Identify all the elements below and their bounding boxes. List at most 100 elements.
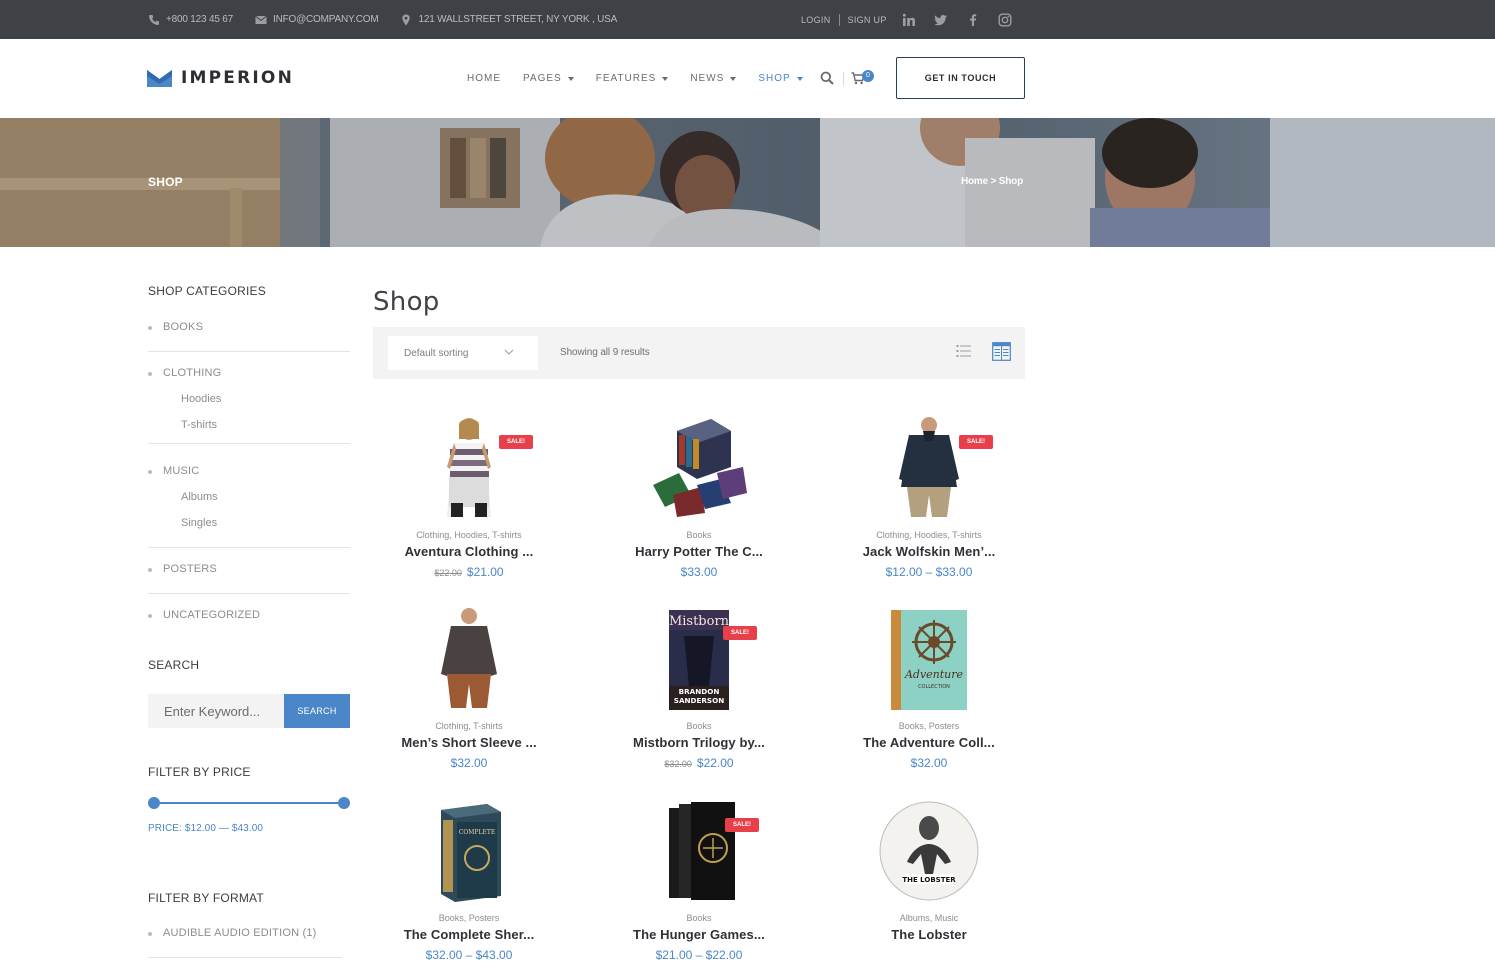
nav-features-label: FEATURES [595,73,657,84]
product-image[interactable]: SALE! [639,800,759,902]
phone-info: +800 123 45 67 [148,14,233,26]
product-thumbnail [669,802,735,900]
category-uncategorized[interactable]: UNCATEGORIZED [148,609,260,621]
product-image[interactable]: COMPLETE [409,800,529,902]
signup-link[interactable]: SIGN UP [848,15,887,25]
category-posters[interactable]: POSTERS [148,563,217,575]
product-card[interactable]: Clothing, T-shirts Men’s Short Sleeve ..… [373,608,565,770]
logo-mark-icon [147,69,172,87]
svg-text:COLLECTION: COLLECTION [918,684,950,690]
subcategory-albums[interactable]: Albums [148,491,218,503]
product-image[interactable] [409,608,529,710]
instagram-icon[interactable] [998,13,1012,27]
nav-news[interactable]: NEWS [690,73,737,84]
product-categories[interactable]: Clothing, T-shirts [373,721,565,731]
format-audible[interactable]: AUDIBLE AUDIO EDITION (1) [148,927,317,939]
product-name[interactable]: Mistborn Trilogy by... [603,735,795,750]
price-range-slider[interactable] [148,797,350,809]
subcategory-tshirts[interactable]: T-shirts [148,419,217,431]
product-thumbnail [899,417,959,517]
product-image[interactable]: THE LOBSTER [869,800,989,902]
product-card[interactable]: COMPLETE Books, Posters The Complete She… [373,800,565,962]
nav-news-label: NEWS [690,73,725,84]
current-price: $32.00 [910,756,948,770]
product-name[interactable]: Jack Wolfskin Men’... [833,544,1025,559]
price-min-handle[interactable] [148,797,160,809]
product-categories[interactable]: Books, Posters [373,913,565,923]
old-price: $32.00 [664,759,692,769]
product-name[interactable]: Harry Potter The C... [603,544,795,559]
product-categories[interactable]: Albums, Music [833,913,1025,923]
product-image[interactable]: SALE! [869,417,993,519]
nav-pages[interactable]: PAGES [523,73,574,84]
product-price: $32.00 – $43.00 [373,948,565,962]
chevron-down-icon [662,76,669,81]
breadcrumb[interactable]: Home > Shop [961,176,1023,187]
search-button[interactable]: SEARCH [284,694,350,728]
product-image[interactable]: Mistborn BRANDON SANDERSON SALE! [639,608,759,710]
category-music[interactable]: MUSIC [148,465,199,477]
product-price: $32.00 $22.00 [603,756,795,770]
search-input[interactable] [148,694,284,728]
page-title: SHOP [148,175,183,189]
sorting-value: Default sorting [404,347,469,359]
grid-view-icon[interactable] [992,342,1011,361]
subcategory-singles[interactable]: Singles [148,517,217,529]
nav-shop[interactable]: SHOP [758,73,803,84]
product-name[interactable]: The Lobster [833,927,1025,942]
product-thumbnail [441,608,497,708]
price-filter-title: FILTER BY PRICE [148,765,251,779]
contact-info: +800 123 45 67 INFO@COMPANY.COM 121 WALL… [148,0,617,39]
get-in-touch-button[interactable]: GET IN TOUCH [896,57,1025,99]
site-logo[interactable]: IMPERION [147,68,294,88]
bullet [148,470,152,474]
product-price: $21.00 – $22.00 [603,948,795,962]
search-icon[interactable] [820,71,834,85]
product-name[interactable]: Men’s Short Sleeve ... [373,735,565,750]
product-image[interactable]: SALE! [409,417,533,519]
product-categories[interactable]: Clothing, Hoodies, T-shirts [833,530,1025,540]
product-categories[interactable]: Books [603,721,795,731]
product-card[interactable]: SALE! Clothing, Hoodies, T-shirts Aventu… [373,417,565,579]
nav-home[interactable]: HOME [467,73,501,84]
linkedin-icon[interactable] [902,13,916,27]
facebook-icon[interactable] [966,13,980,27]
category-uncategorized-label: UNCATEGORIZED [163,609,261,621]
login-link[interactable]: LOGIN [801,15,831,25]
sale-badge: SALE! [959,435,993,449]
product-image[interactable]: Adventure COLLECTION [869,608,989,710]
list-view-icon[interactable] [956,343,972,359]
email-info[interactable]: INFO@COMPANY.COM [255,14,379,26]
sale-badge: SALE! [499,435,533,449]
address-text: 121 WALLSTREET STREET, NY YORK , USA [418,14,618,25]
product-card[interactable]: Adventure COLLECTION Books, Posters The … [833,608,1025,770]
product-categories[interactable]: Books, Posters [833,721,1025,731]
product-categories[interactable]: Clothing, Hoodies, T-shirts [373,530,565,540]
product-name[interactable]: The Hunger Games... [603,927,795,942]
sorting-select[interactable]: Default sorting [388,336,538,370]
product-card[interactable]: SALE! Clothing, Hoodies, T-shirts Jack W… [833,417,1025,579]
product-image[interactable] [639,417,759,519]
category-clothing[interactable]: CLOTHING [148,367,221,379]
product-price: $33.00 [603,565,795,579]
email-text: INFO@COMPANY.COM [273,14,379,25]
divider [148,593,350,594]
book-cover-author: BRANDON SANDERSON [674,687,724,705]
product-thumbnail: Adventure COLLECTION [891,610,967,710]
product-name[interactable]: The Complete Sher... [373,927,565,942]
product-card[interactable]: Books Harry Potter The C... $33.00 [603,417,795,579]
product-categories[interactable]: Books [603,530,795,540]
product-card[interactable]: Mistborn BRANDON SANDERSON SALE! Books Mi… [603,608,795,770]
svg-text:Adventure: Adventure [904,668,964,681]
nav-shop-label: SHOP [758,73,791,84]
nav-features[interactable]: FEATURES [596,73,669,84]
product-card[interactable]: THE LOBSTER Albums, Music The Lobster [833,800,1025,942]
product-name[interactable]: Aventura Clothing ... [373,544,565,559]
subcategory-hoodies[interactable]: Hoodies [148,393,221,405]
price-max-handle[interactable] [338,797,350,809]
product-categories[interactable]: Books [603,913,795,923]
category-books[interactable]: BOOKS [148,321,203,333]
product-name[interactable]: The Adventure Coll... [833,735,1025,750]
product-card[interactable]: SALE! Books The Hunger Games... $21.00 –… [603,800,795,962]
twitter-icon[interactable] [934,13,948,27]
